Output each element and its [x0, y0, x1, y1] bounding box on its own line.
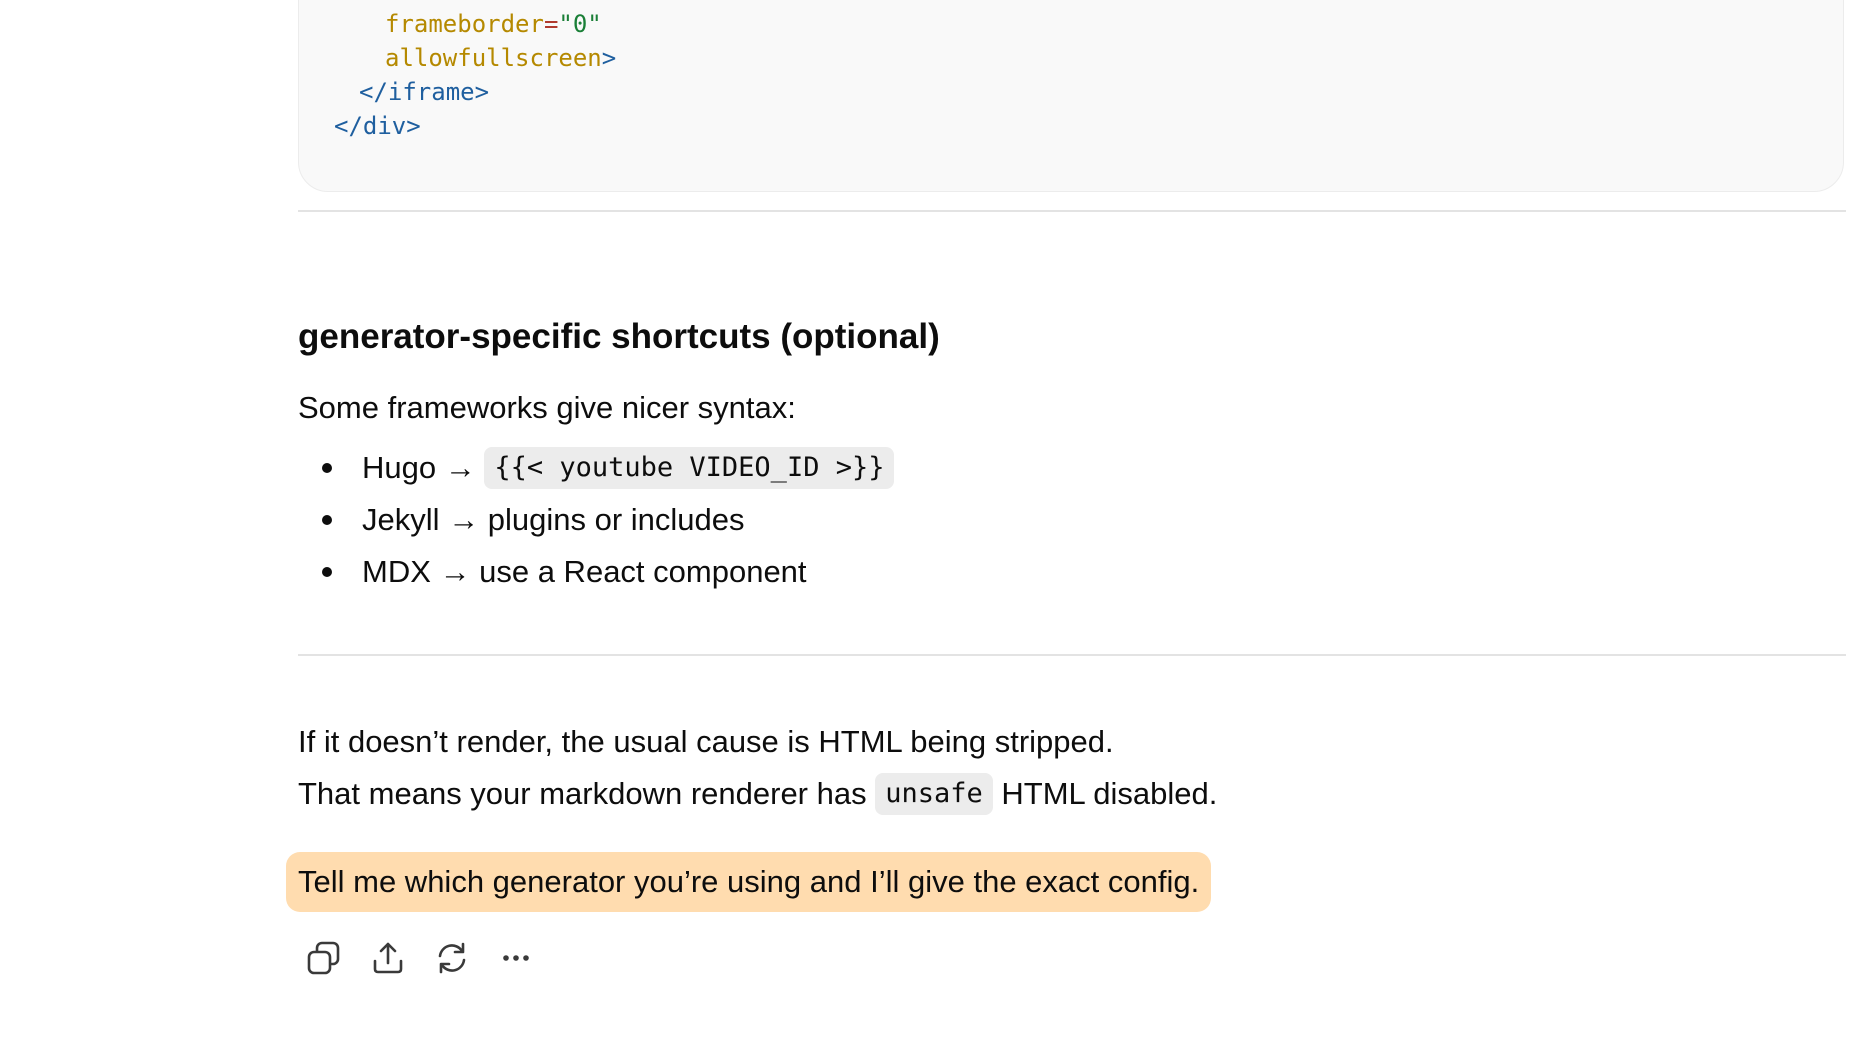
- list-item-text: Hugo → {{< youtube VIDEO_ID >}}: [362, 442, 895, 494]
- code-equals: =: [543, 10, 559, 38]
- regenerate-button[interactable]: [428, 934, 476, 982]
- footer-line-2-prefix: That means your markdown renderer has: [298, 776, 876, 811]
- inline-code: unsafe: [875, 772, 993, 815]
- footer-line-2: That means your markdown renderer has un…: [298, 768, 1217, 820]
- bullet-dot: [322, 463, 332, 473]
- code-string: "0": [558, 10, 602, 38]
- code-attr: allowfullscreen: [385, 44, 602, 72]
- divider: [298, 654, 1846, 656]
- divider: [298, 210, 1846, 212]
- copy-button[interactable]: [300, 934, 348, 982]
- more-icon: [498, 940, 534, 976]
- regenerate-icon: [434, 940, 470, 976]
- inline-code: {{< youtube VIDEO_ID >}}: [484, 446, 895, 489]
- code-line-iframe-close: </iframe>: [359, 75, 489, 109]
- highlighted-text: Tell me which generator you’re using and…: [286, 852, 1212, 912]
- more-button[interactable]: [492, 934, 540, 982]
- list-item-prefix: Hugo →: [362, 450, 485, 485]
- code-tag: </div>: [334, 112, 421, 140]
- code-line-div-close: </div>: [334, 109, 421, 143]
- section-intro: Some frameworks give nicer syntax:: [298, 390, 796, 425]
- copy-icon: [306, 940, 342, 976]
- share-button[interactable]: [364, 934, 412, 982]
- code-line-frameborder: frameborder="0": [385, 7, 602, 41]
- code-tag: </iframe>: [359, 78, 490, 106]
- footer-line-2-suffix: HTML disabled.: [992, 776, 1218, 811]
- code-line-allowfullscreen: allowfullscreen>: [385, 41, 616, 75]
- share-icon: [370, 940, 406, 976]
- code-attr: frameborder: [385, 10, 544, 38]
- section-heading: generator-specific shortcuts (optional): [298, 317, 940, 356]
- list-item-text: MDX → use a React component: [362, 554, 807, 589]
- list-item-text: Jekyll → plugins or includes: [362, 502, 745, 537]
- bullet-dot: [322, 515, 332, 525]
- chat-page: frameborder="0" allowfullscreen> </ifram…: [0, 0, 1860, 1046]
- code-tag-close: >: [601, 44, 617, 72]
- code-block[interactable]: frameborder="0" allowfullscreen> </ifram…: [298, 0, 1844, 192]
- bullet-dot: [322, 567, 332, 577]
- footer-line-1: If it doesn’t render, the usual cause is…: [298, 724, 1114, 759]
